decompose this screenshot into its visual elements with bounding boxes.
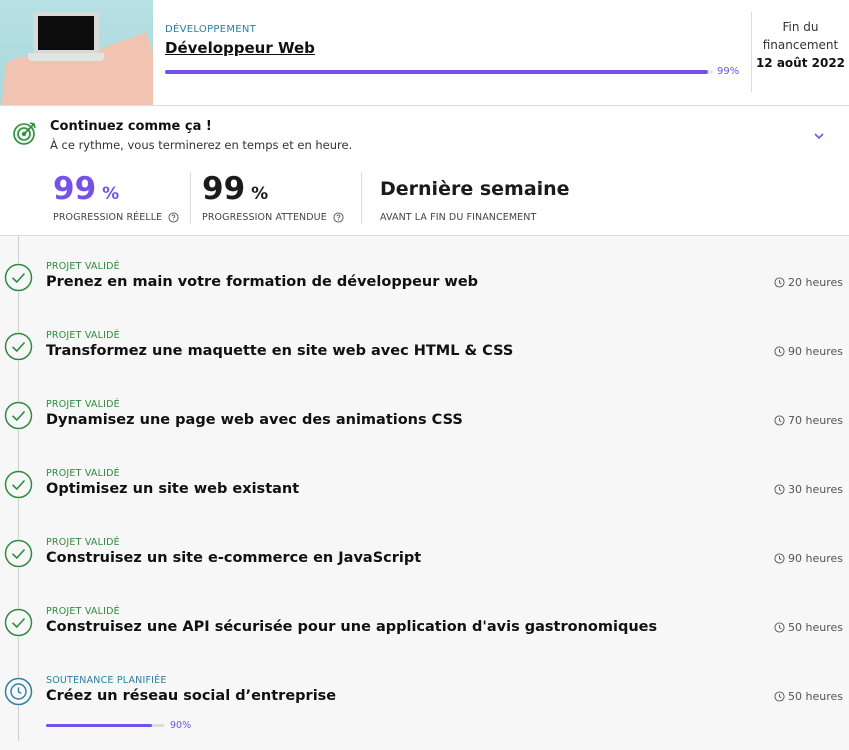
project-status: PROJET VALIDÉ (46, 537, 120, 548)
project-duration: 20 heures (774, 276, 843, 289)
stat-unit: % (251, 184, 269, 204)
project-hours: 30 heures (788, 483, 843, 496)
project-item[interactable]: PROJET VALIDÉ Prenez en main votre format… (0, 236, 849, 305)
project-title[interactable]: Construisez un site e-commerce en JavaSc… (46, 550, 421, 566)
clock-icon (774, 553, 785, 564)
check-circle-icon (4, 401, 33, 430)
project-hours: 70 heures (788, 414, 843, 427)
status-panel: Continuez comme ça ! À ce rythme, vous t… (0, 106, 849, 236)
project-status: PROJET VALIDÉ (46, 330, 120, 341)
stat-divider (361, 172, 362, 224)
stat-value: Dernière semaine (380, 178, 570, 200)
project-title[interactable]: Optimisez un site web existant (46, 481, 299, 497)
project-title[interactable]: Transformez une maquette en site web ave… (46, 343, 513, 359)
course-progress-fill (165, 70, 708, 74)
stat-value: 99 (53, 171, 97, 207)
course-thumbnail (0, 0, 153, 105)
project-status: PROJET VALIDÉ (46, 606, 120, 617)
project-duration: 50 heures (774, 690, 843, 703)
stat-remaining-time: Dernière semaine AVANT LA FIN DU FINANCE… (380, 172, 570, 223)
project-item[interactable]: SOUTENANCE PLANIFIÉE Créez un réseau soci… (0, 650, 849, 731)
project-status: SOUTENANCE PLANIFIÉE (46, 675, 167, 686)
clock-icon (774, 622, 785, 633)
funding-end: Fin du financement 12 août 2022 (752, 18, 849, 72)
project-duration: 50 heures (774, 621, 843, 634)
target-icon (13, 122, 36, 145)
project-status: PROJET VALIDÉ (46, 399, 120, 410)
clock-icon (774, 346, 785, 357)
project-progress-label: 90% (170, 720, 192, 731)
project-progress-bar (46, 724, 164, 727)
course-header: DÉVELOPPEMENT Développeur Web 99% Fin du… (0, 0, 849, 106)
project-status: PROJET VALIDÉ (46, 468, 120, 479)
funding-end-label-1: Fin du (782, 20, 819, 34)
stat-value: 99 (202, 171, 246, 207)
help-icon[interactable] (333, 212, 344, 223)
clock-icon (774, 277, 785, 288)
project-status: PROJET VALIDÉ (46, 261, 120, 272)
clock-icon (774, 691, 785, 702)
stat-real-progress: 99% PROGRESSION RÉELLE (53, 172, 179, 223)
check-circle-icon (4, 608, 33, 637)
check-circle-icon (4, 470, 33, 499)
project-title[interactable]: Dynamisez une page web avec des animatio… (46, 412, 463, 428)
stat-expected-progress: 99% PROGRESSION ATTENDUE (202, 172, 344, 223)
stat-divider (190, 172, 191, 224)
status-subtitle: À ce rythme, vous terminerez en temps et… (50, 138, 353, 152)
help-icon[interactable] (168, 212, 179, 223)
project-hours: 50 heures (788, 690, 843, 703)
project-title[interactable]: Créez un réseau social d’entreprise (46, 688, 336, 704)
course-progress-bar (165, 70, 713, 74)
project-duration: 30 heures (774, 483, 843, 496)
chevron-down-icon[interactable] (811, 128, 827, 144)
project-title[interactable]: Construisez une API sécurisée pour une a… (46, 619, 657, 635)
clock-circle-icon (4, 677, 33, 706)
project-item[interactable]: PROJET VALIDÉ Transformez une maquette en… (0, 305, 849, 374)
project-duration: 70 heures (774, 414, 843, 427)
project-timeline: PROJET VALIDÉ Prenez en main votre format… (0, 236, 849, 750)
clock-icon (774, 484, 785, 495)
check-circle-icon (4, 539, 33, 568)
project-title[interactable]: Prenez en main votre formation de dévelo… (46, 274, 478, 290)
stat-label: AVANT LA FIN DU FINANCEMENT (380, 212, 537, 223)
check-circle-icon (4, 263, 33, 292)
course-category: DÉVELOPPEMENT (165, 24, 257, 35)
check-circle-icon (4, 332, 33, 361)
project-item[interactable]: PROJET VALIDÉ Dynamisez une page web avec… (0, 374, 849, 443)
stat-unit: % (102, 184, 120, 204)
course-progress-label: 99% (717, 66, 740, 77)
course-info: DÉVELOPPEMENT Développeur Web 99% (165, 24, 745, 77)
course-title-link[interactable]: Développeur Web (165, 39, 745, 57)
project-hours: 90 heures (788, 345, 843, 358)
stat-label: PROGRESSION ATTENDUE (202, 212, 327, 223)
funding-end-label-2: financement (762, 38, 839, 52)
funding-end-date: 12 août 2022 (755, 56, 846, 70)
status-title: Continuez comme ça ! (50, 119, 212, 134)
project-duration: 90 heures (774, 345, 843, 358)
project-hours: 50 heures (788, 621, 843, 634)
stat-label: PROGRESSION RÉELLE (53, 212, 163, 223)
project-duration: 90 heures (774, 552, 843, 565)
project-item[interactable]: PROJET VALIDÉ Construisez une API sécuris… (0, 581, 849, 650)
project-item[interactable]: PROJET VALIDÉ Construisez un site e-comme… (0, 512, 849, 581)
project-hours: 90 heures (788, 552, 843, 565)
project-hours: 20 heures (788, 276, 843, 289)
project-item[interactable]: PROJET VALIDÉ Optimisez un site web exist… (0, 443, 849, 512)
clock-icon (774, 415, 785, 426)
project-progress-fill (46, 724, 153, 727)
